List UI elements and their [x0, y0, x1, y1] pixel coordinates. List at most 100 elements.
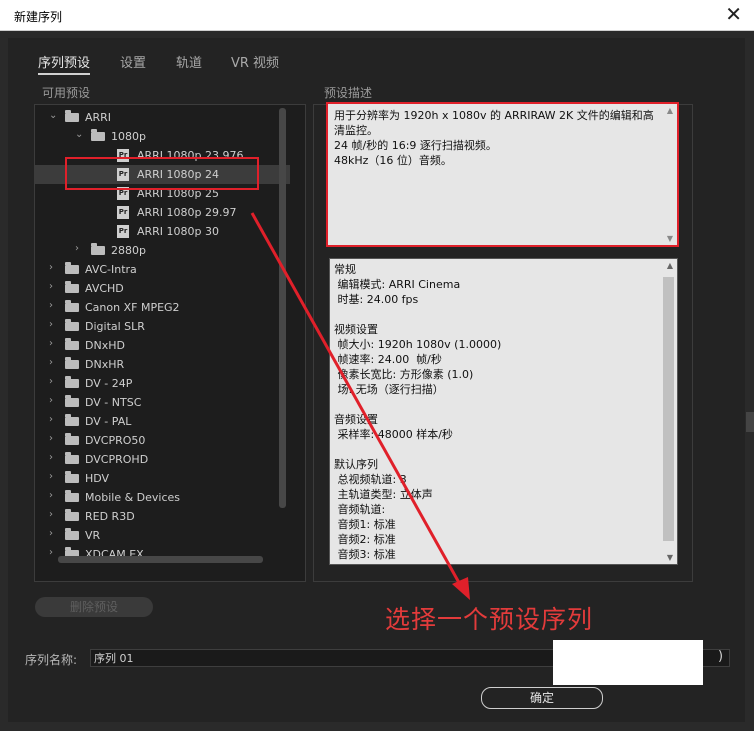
- tree-item-label: DV - 24P: [85, 377, 133, 390]
- chevron-right-icon[interactable]: ›: [49, 471, 53, 482]
- tree-item-label: RED R3D: [85, 510, 135, 523]
- details-line: 音频3: 标准: [334, 548, 396, 561]
- details-line: 帧速率: 24.00 帧/秒: [334, 353, 442, 366]
- scroll-down-icon[interactable]: ▼: [667, 234, 673, 243]
- preset-file-icon: Pr: [117, 206, 129, 219]
- tree-folder-row[interactable]: ⌄ ARRI: [35, 108, 290, 127]
- tree-item-label: DV - PAL: [85, 415, 132, 428]
- tree-preset-row[interactable]: Pr ARRI 1080p 29.97: [35, 203, 290, 222]
- preset-description-label: 预设描述: [324, 86, 373, 100]
- annotation-text: 选择一个预设序列: [385, 605, 594, 634]
- tree-folder-row[interactable]: › HDV: [35, 469, 290, 488]
- tree-item-label: DVCPRO50: [85, 434, 146, 447]
- tree-folder-row[interactable]: › DVCPRO50: [35, 431, 290, 450]
- chevron-right-icon[interactable]: ›: [49, 376, 53, 387]
- chevron-right-icon[interactable]: ›: [75, 243, 79, 254]
- tab-vr-video[interactable]: VR 视频: [231, 52, 279, 71]
- tree-folder-row[interactable]: › DV - PAL: [35, 412, 290, 431]
- tree-preset-row[interactable]: Pr ARRI 1080p 30: [35, 222, 290, 241]
- scroll-up-icon[interactable]: ▲: [667, 261, 673, 270]
- tree-item-label: Canon XF MPEG2: [85, 301, 180, 314]
- chevron-right-icon[interactable]: ›: [49, 262, 53, 273]
- tree-folder-row[interactable]: › Canon XF MPEG2: [35, 298, 290, 317]
- details-line: [334, 442, 656, 457]
- tab-tracks[interactable]: 轨道: [176, 52, 202, 71]
- chevron-right-icon[interactable]: ›: [49, 433, 53, 444]
- chevron-right-icon[interactable]: ›: [49, 357, 53, 368]
- window-title: 新建序列: [14, 10, 63, 24]
- chevron-down-icon[interactable]: ⌄: [49, 110, 57, 121]
- tree-folder-row[interactable]: › DV - 24P: [35, 374, 290, 393]
- tree-item-label: AVC-Intra: [85, 263, 137, 276]
- chevron-right-icon[interactable]: ›: [49, 509, 53, 520]
- chevron-right-icon[interactable]: ›: [49, 319, 53, 330]
- folder-icon: [65, 357, 79, 369]
- folder-icon: [65, 528, 79, 540]
- details-line: 采样率: 48000 样本/秒: [334, 428, 453, 441]
- preset-description-box: 用于分辨率为 1920h x 1080v 的 ARRIRAW 2K 文件的编辑和…: [326, 102, 679, 247]
- description-line: 48kHz（16 位）音频。: [334, 154, 452, 167]
- details-line: 音频2: 标准: [334, 533, 396, 546]
- details-line: 音频轨道:: [334, 503, 386, 516]
- details-line: 音频设置: [334, 413, 378, 426]
- tree-folder-row[interactable]: › AVCHD: [35, 279, 290, 298]
- description-line: 24 帧/秒的 16:9 逐行扫描视频。: [334, 139, 497, 152]
- tree-folder-row[interactable]: ⌄ 1080p: [35, 127, 290, 146]
- overlay-patch: [553, 640, 703, 685]
- chevron-right-icon[interactable]: ›: [49, 452, 53, 463]
- tree-item-label: 2880p: [111, 244, 146, 257]
- ok-button[interactable]: 确定: [481, 687, 603, 709]
- details-scrollbar[interactable]: [663, 277, 674, 541]
- chevron-right-icon[interactable]: ›: [49, 528, 53, 539]
- chevron-down-icon[interactable]: ⌄: [75, 129, 83, 140]
- tab-settings[interactable]: 设置: [120, 52, 146, 71]
- folder-icon: [65, 509, 79, 521]
- tree-folder-row[interactable]: › Mobile & Devices: [35, 488, 290, 507]
- tree-item-label: 1080p: [111, 130, 146, 143]
- tree-item-label: AVCHD: [85, 282, 124, 295]
- chevron-right-icon[interactable]: ›: [49, 338, 53, 349]
- folder-icon: [65, 262, 79, 274]
- tree-folder-row[interactable]: › VR: [35, 526, 290, 545]
- folder-icon: [65, 395, 79, 407]
- chevron-right-icon[interactable]: ›: [49, 300, 53, 311]
- chevron-right-icon[interactable]: ›: [49, 547, 53, 558]
- title-bar: 新建序列 ✕: [0, 0, 754, 31]
- tree-item-label: Digital SLR: [85, 320, 145, 333]
- folder-icon: [65, 414, 79, 426]
- scroll-up-icon[interactable]: ▲: [667, 106, 673, 115]
- tree-folder-row[interactable]: › DNxHD: [35, 336, 290, 355]
- tree-folder-row[interactable]: › DNxHR: [35, 355, 290, 374]
- tree-folder-row[interactable]: › DV - NTSC: [35, 393, 290, 412]
- description-line: 用于分辨率为 1920h x 1080v 的 ARRIRAW 2K 文件的编辑和…: [334, 109, 654, 137]
- tree-item-label: ARRI 1080p 30: [137, 225, 220, 238]
- details-line: 视频设置: [334, 323, 378, 336]
- tree-folder-row[interactable]: › AVC-Intra: [35, 260, 290, 279]
- folder-icon: [65, 300, 79, 312]
- details-line: 音频1: 标准: [334, 518, 396, 531]
- scroll-down-icon[interactable]: ▼: [667, 553, 673, 562]
- tree-item-label: DV - NTSC: [85, 396, 142, 409]
- preset-description-text: 用于分辨率为 1920h x 1080v 的 ARRIRAW 2K 文件的编辑和…: [334, 108, 659, 168]
- details-line: 帧大小: 1920h 1080v (1.0000): [334, 338, 502, 351]
- tree-vertical-scrollbar[interactable]: [279, 108, 286, 508]
- new-sequence-dialog: 序列预设 设置 轨道 VR 视频 可用预设 ⌄ ARRI ⌄ 1080p Pr ARRI …: [8, 38, 745, 722]
- tree-horizontal-scrollbar[interactable]: [58, 556, 263, 563]
- tree-folder-row[interactable]: › 2880p: [35, 241, 290, 260]
- folder-icon: [65, 338, 79, 350]
- tab-sequence-presets[interactable]: 序列预设: [38, 52, 91, 75]
- tree-folder-row[interactable]: › RED R3D: [35, 507, 290, 526]
- tree-item-label: HDV: [85, 472, 110, 485]
- chevron-right-icon[interactable]: ›: [49, 414, 53, 425]
- folder-icon: [65, 471, 79, 483]
- delete-preset-button[interactable]: 删除预设: [35, 597, 153, 617]
- chevron-right-icon[interactable]: ›: [49, 490, 53, 501]
- details-line: 时基: 24.00 fps: [334, 293, 419, 306]
- cancel-button-edge: ): [718, 649, 724, 664]
- chevron-right-icon[interactable]: ›: [49, 281, 53, 292]
- tree-folder-row[interactable]: › DVCPROHD: [35, 450, 290, 469]
- folder-icon: [65, 319, 79, 331]
- chevron-right-icon[interactable]: ›: [49, 395, 53, 406]
- tree-folder-row[interactable]: › Digital SLR: [35, 317, 290, 336]
- close-icon[interactable]: ✕: [725, 3, 742, 25]
